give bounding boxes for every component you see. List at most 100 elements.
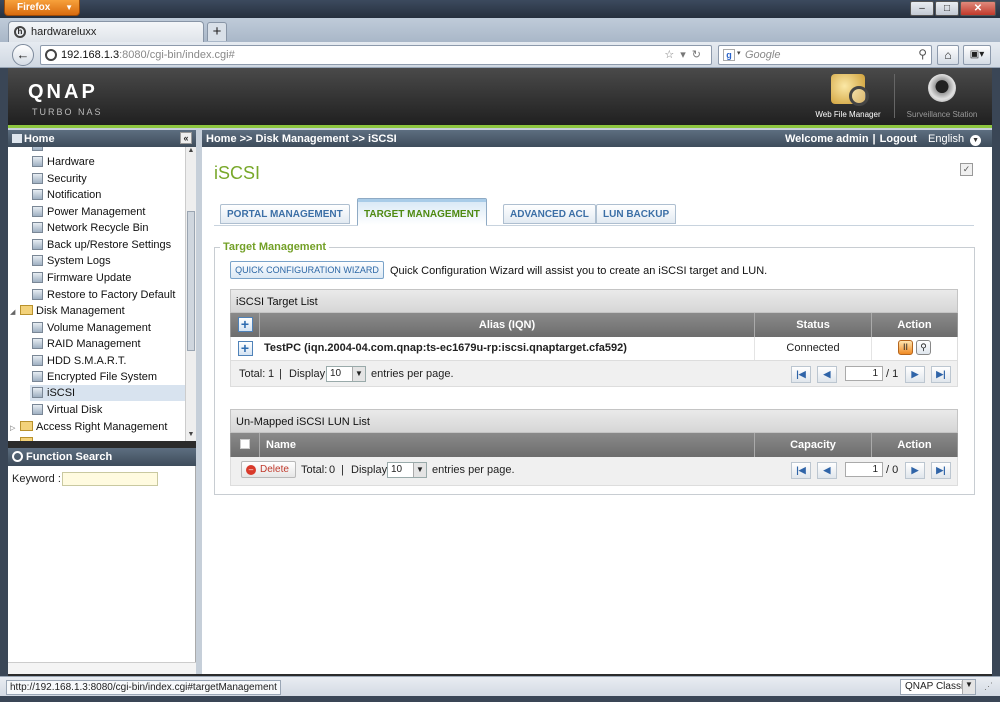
web-file-manager-button[interactable]: Web File Manager — [808, 74, 888, 119]
sidebar-item-notification[interactable]: Notification — [32, 187, 101, 203]
action-column-header: Action — [871, 313, 957, 337]
expanded-triangle-icon[interactable]: ◢ — [10, 305, 20, 321]
maximize-button[interactable]: □ — [935, 1, 959, 16]
tab-advanced-acl[interactable]: ADVANCED ACL — [503, 204, 596, 224]
close-window-button[interactable]: ✕ — [960, 1, 996, 16]
add-target-button[interactable]: + — [237, 317, 253, 332]
tab-portal-management[interactable]: PORTAL MANAGEMENT — [220, 204, 350, 224]
delete-button[interactable]: – Delete — [241, 461, 296, 478]
camera-icon — [928, 74, 956, 102]
wizard-description: Quick Configuration Wizard will assist y… — [390, 265, 768, 277]
search-icon — [12, 451, 23, 462]
select-all-checkbox[interactable] — [240, 439, 250, 449]
scroll-down-icon[interactable]: ▼ — [186, 431, 196, 441]
first-page-button[interactable]: |◀ — [791, 366, 811, 383]
per-page-select[interactable]: 10 ▼ — [387, 462, 427, 478]
search-icon[interactable]: ⚲ — [918, 47, 927, 61]
surveillance-station-button[interactable]: Surveillance Station — [896, 74, 988, 119]
scroll-up-icon[interactable]: ▲ — [186, 147, 196, 157]
firmware-icon — [32, 272, 43, 283]
sidebar-item-volume-management[interactable]: Volume Management — [32, 320, 151, 336]
expand-target-button[interactable]: + — [237, 341, 253, 356]
tab-target-management[interactable]: TARGET MANAGEMENT — [357, 198, 487, 226]
sidebar-item-encrypted-fs[interactable]: Encrypted File System — [32, 369, 157, 385]
sidebar-item-firmware-update[interactable]: Firmware Update — [32, 270, 131, 286]
breadcrumb[interactable]: Home >> Disk Management >> iSCSI — [206, 133, 397, 145]
sidebar-item-hardware[interactable]: Hardware — [32, 154, 95, 170]
prev-page-button[interactable]: ◀ — [817, 366, 837, 383]
name-column-header[interactable]: Name — [259, 433, 754, 457]
chevron-down-icon: ▼ — [352, 367, 365, 381]
folder-icon — [20, 437, 33, 441]
resize-grip-icon[interactable]: ⋰ — [984, 681, 996, 693]
home-icon — [12, 134, 22, 143]
table-row[interactable]: + TestPC (iqn.2004-04.com.qnap:ts-ec1679… — [230, 337, 958, 361]
browser-tab[interactable]: h hardwareluxx — [8, 21, 204, 42]
welcome-separator: | — [872, 133, 876, 145]
sidebar-item-raid-management[interactable]: RAID Management — [32, 336, 141, 352]
tab-lun-backup[interactable]: LUN BACKUP — [596, 204, 677, 224]
page-number-input[interactable]: 1 — [845, 366, 883, 381]
pause-icon[interactable]: II — [897, 339, 913, 355]
chevron-down-icon: ▼ — [970, 135, 982, 146]
status-column-header[interactable]: Status — [754, 313, 871, 337]
next-page-button[interactable]: ▶ — [905, 366, 925, 383]
first-page-button[interactable]: |◀ — [791, 462, 811, 479]
sidebar-item-virtual-disk[interactable]: Virtual Disk — [32, 402, 102, 418]
sidebar-item-disk-management[interactable]: ◢ Disk Management — [10, 303, 125, 319]
action-column-header: Action — [871, 433, 957, 457]
sidebar-scrollbar[interactable]: ▲ ▼ — [185, 147, 196, 441]
next-page-button[interactable]: ▶ — [905, 462, 925, 479]
sidebar-item-hdd-smart[interactable]: HDD S.M.A.R.T. — [32, 353, 126, 369]
logout-link[interactable]: Logout — [880, 133, 917, 145]
back-button[interactable]: ← — [12, 44, 34, 66]
url-bar[interactable]: 192.168.1.3:8080/cgi-bin/index.cgi# ☆▾↻ — [40, 45, 712, 65]
last-page-button[interactable]: ▶| — [931, 366, 951, 383]
firefox-menu-button[interactable]: Firefox ▼ — [4, 0, 80, 16]
view-details-icon[interactable]: ⚲ — [916, 339, 932, 355]
welcome-area: Welcome admin | Logout — [785, 133, 917, 145]
page-number-input[interactable]: 1 — [845, 462, 883, 477]
sidebar-item-security[interactable]: Security — [32, 171, 87, 187]
theme-select[interactable]: QNAP Classic ▼ — [900, 679, 976, 695]
keyword-input[interactable] — [62, 472, 158, 486]
sidebar-item-label: Volume Management — [47, 322, 151, 334]
prev-page-button[interactable]: ◀ — [817, 462, 837, 479]
sidebar-item-system-logs[interactable]: System Logs — [32, 253, 111, 269]
quick-config-wizard-button[interactable]: QUICK CONFIGURATION WIZARD — [230, 261, 384, 279]
new-tab-button[interactable]: + — [207, 22, 227, 41]
sidebar-home-label[interactable]: Home — [24, 133, 55, 145]
sidebar-item-restore-factory[interactable]: Restore to Factory Default — [32, 287, 175, 303]
pager-separator: | — [279, 368, 282, 380]
window-frame-right — [992, 68, 1000, 676]
sidebar-item-network-recycle-bin[interactable]: Network Recycle Bin — [32, 220, 148, 236]
scrollbar-thumb[interactable] — [187, 211, 195, 351]
per-page-select[interactable]: 10 ▼ — [326, 366, 366, 382]
sidebar-item-partial — [32, 147, 47, 154]
addon-button[interactable]: ▣▾ — [963, 45, 991, 65]
help-icon[interactable]: ✓ — [960, 163, 973, 176]
window-frame-left — [0, 68, 8, 676]
per-page-suffix: entries per page. — [432, 464, 515, 476]
home-button[interactable]: ⌂ — [937, 45, 959, 65]
header-divider — [894, 74, 895, 118]
sidebar-item-label: Restore to Factory Default — [47, 289, 176, 301]
keyword-label: Keyword : — [12, 473, 61, 485]
bookmark-star-icon[interactable]: ☆▾↻ — [664, 48, 707, 61]
sidebar-item-power-management[interactable]: Power Management — [32, 204, 145, 220]
minimize-button[interactable]: – — [910, 1, 934, 16]
sidebar-item-backup-restore[interactable]: Back up/Restore Settings — [32, 237, 171, 253]
sidebar-item-access-right[interactable]: ▷ Access Right Management — [10, 419, 167, 435]
search-input[interactable]: g ▾ Google ⚲ — [718, 45, 932, 65]
last-page-button[interactable]: ▶| — [931, 462, 951, 479]
sidebar-item-iscsi[interactable]: iSCSI — [30, 385, 185, 401]
language-select[interactable]: English ▼ — [928, 133, 982, 146]
power-icon — [32, 206, 43, 217]
sidebar-header: Home « — [8, 130, 196, 147]
logs-icon — [32, 255, 43, 266]
sidebar-item-label: Encrypted File System — [47, 371, 158, 383]
alias-column-header[interactable]: Alias (IQN) — [259, 313, 754, 337]
sidebar-item-label: Back up/Restore Settings — [47, 239, 172, 251]
collapse-sidebar-button[interactable]: « — [180, 132, 192, 144]
capacity-column-header[interactable]: Capacity — [754, 433, 871, 457]
